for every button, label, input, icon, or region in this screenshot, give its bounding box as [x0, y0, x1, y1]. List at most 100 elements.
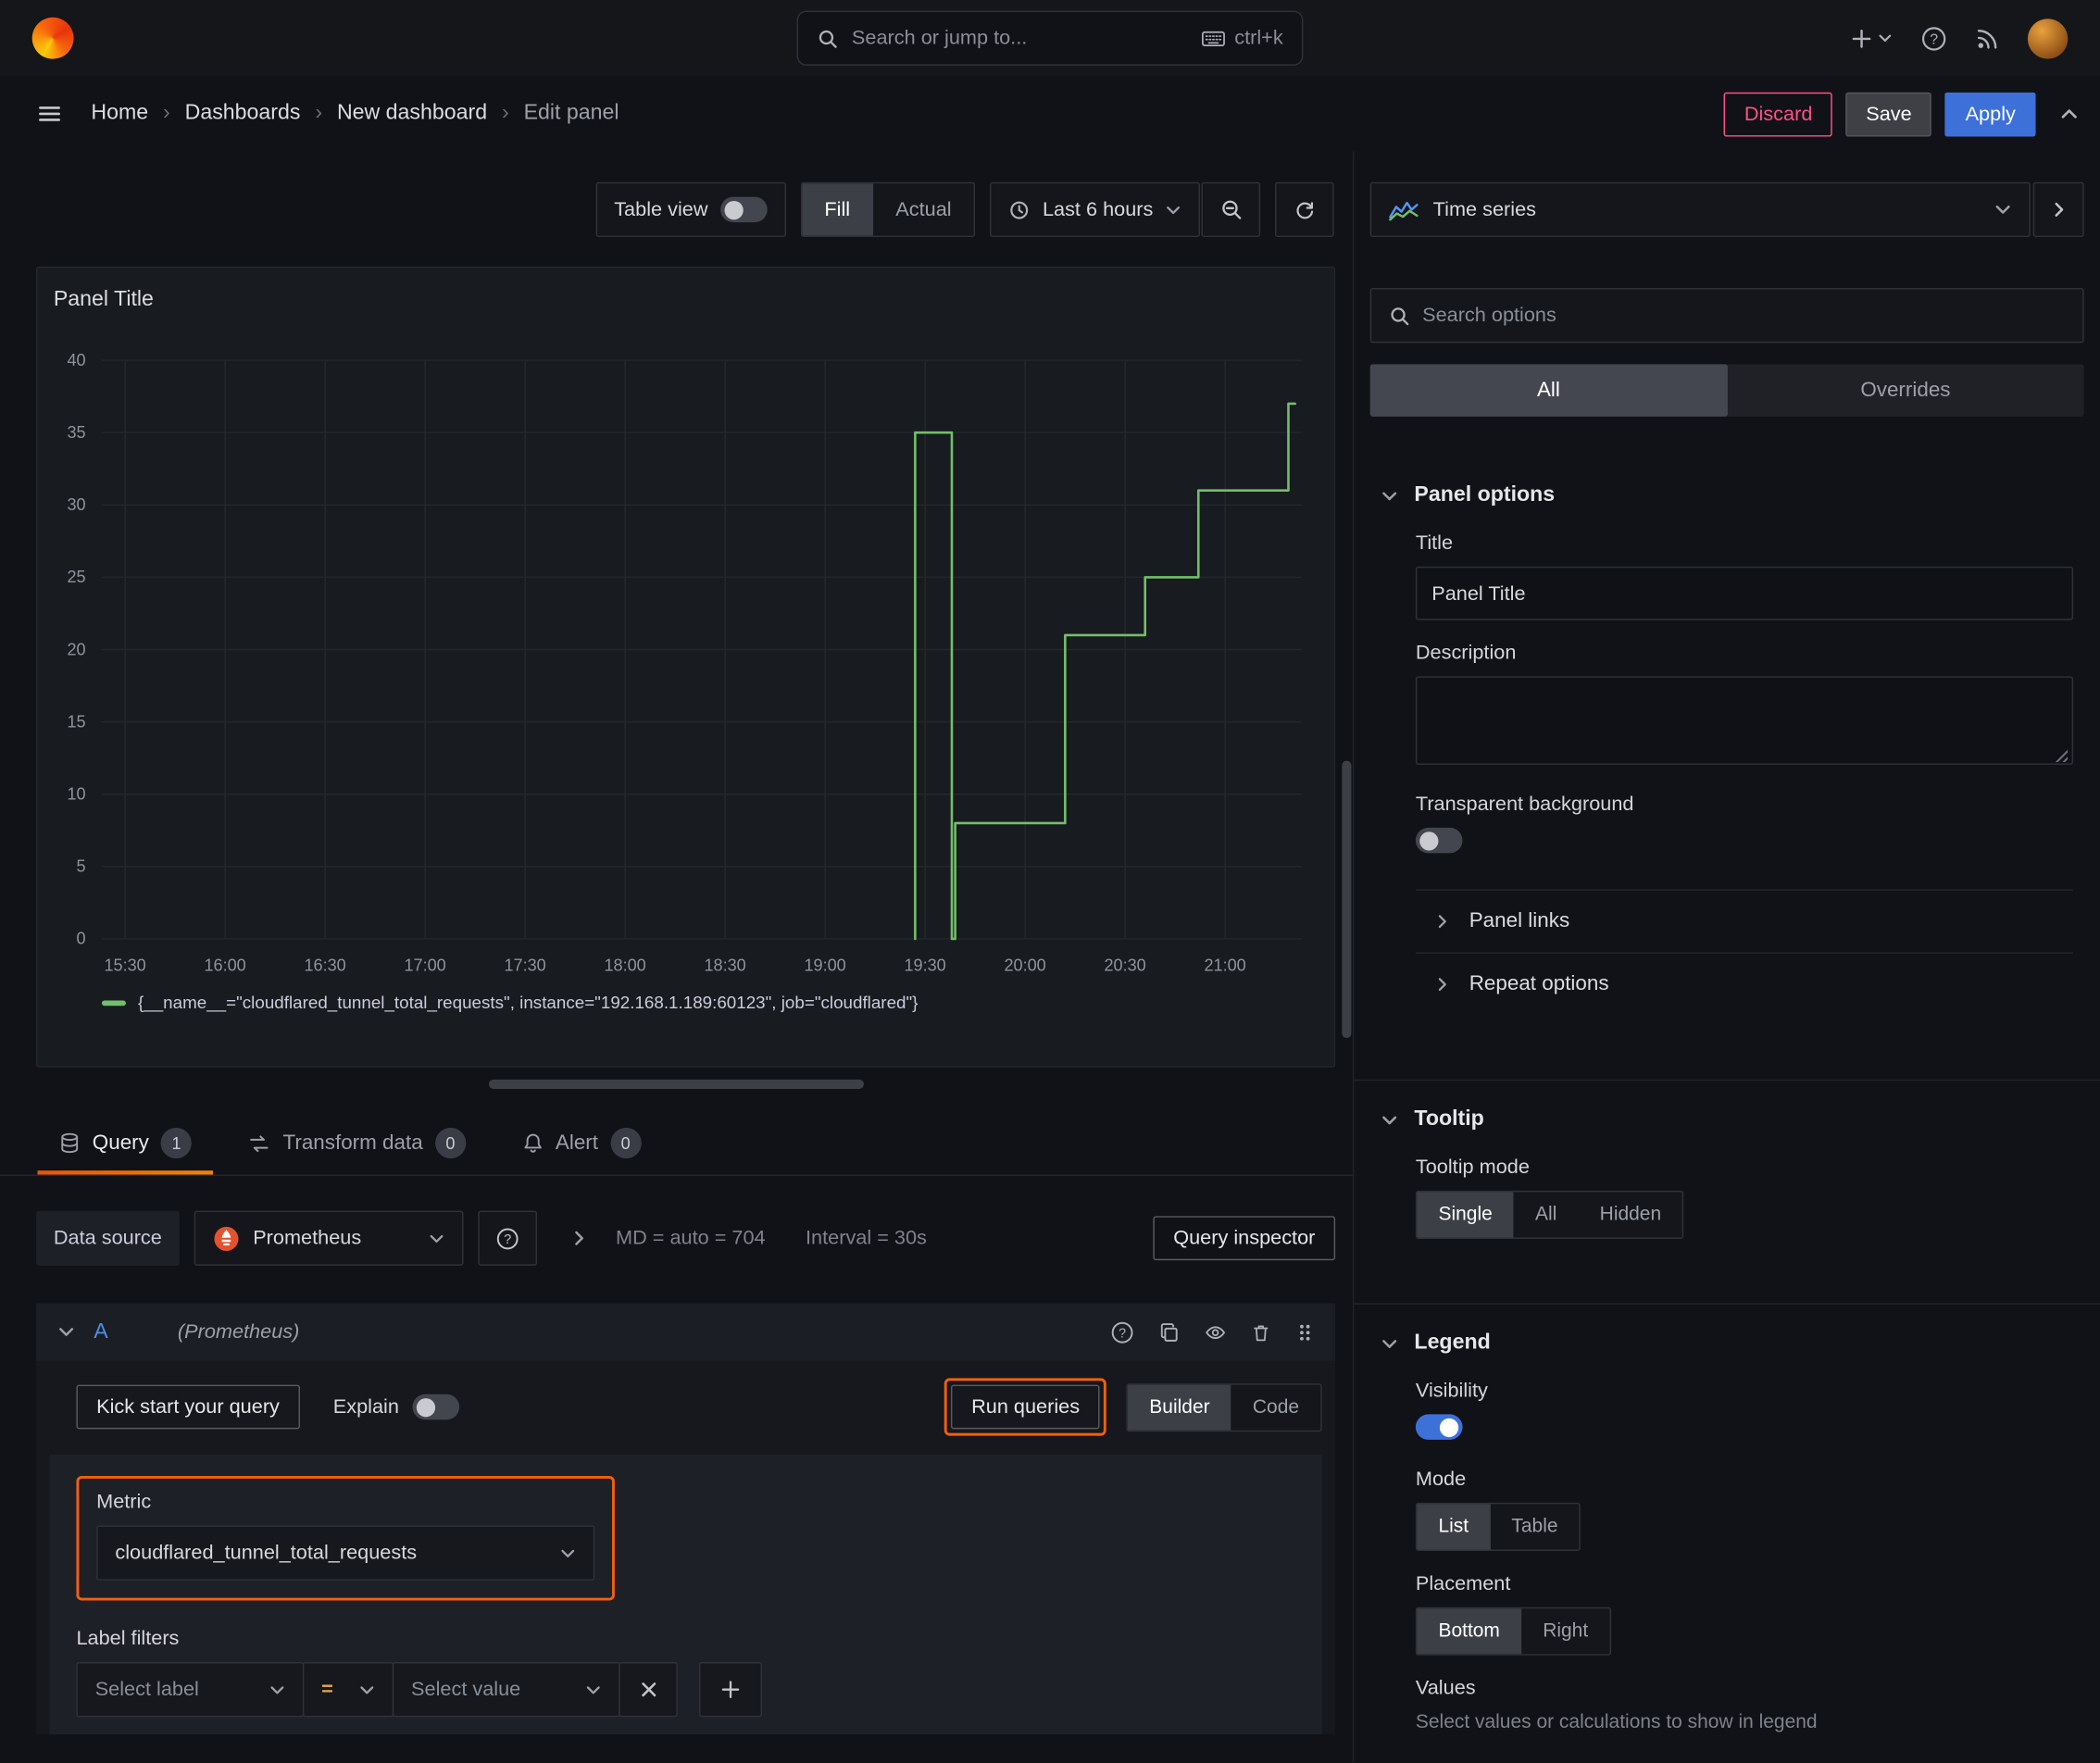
time-range-picker[interactable]: Last 6 hours: [990, 181, 1200, 238]
time-range-label: Last 6 hours: [1042, 198, 1154, 221]
legend-mode-table[interactable]: Table: [1490, 1504, 1579, 1549]
legend-visibility-toggle[interactable]: [1415, 1414, 1463, 1440]
table-view-label: Table view: [614, 198, 708, 221]
table-view-switch[interactable]: [719, 196, 768, 223]
toggle-options-pane-button[interactable]: [2032, 181, 2084, 238]
options-search-input[interactable]: [1422, 304, 2066, 327]
panel-title-input[interactable]: [1415, 566, 2074, 620]
tooltip-mode-single[interactable]: Single: [1417, 1192, 1514, 1238]
panel-options-header[interactable]: Panel options: [1354, 456, 2100, 526]
save-button[interactable]: Save: [1845, 92, 1932, 136]
tooltip-mode-label: Tooltip mode: [1415, 1156, 1530, 1179]
legend-mode-list[interactable]: List: [1417, 1504, 1491, 1550]
svg-text:19:30: 19:30: [905, 957, 946, 975]
query-collapse-icon[interactable]: [57, 1323, 75, 1341]
datasource-help-button[interactable]: ?: [478, 1210, 537, 1266]
datasource-label: Data source: [36, 1210, 180, 1266]
search-shortcut: ctrl+k: [1201, 27, 1283, 50]
remove-filter-button[interactable]: [619, 1662, 678, 1718]
grafana-logo[interactable]: [31, 17, 74, 59]
svg-text:0: 0: [77, 930, 86, 948]
tab-transform-count: 0: [434, 1127, 466, 1159]
explain-switch[interactable]: [412, 1394, 460, 1420]
label-filters-row: Select label = Select value: [76, 1662, 1294, 1718]
query-inspector-button[interactable]: Query inspector: [1153, 1216, 1336, 1261]
tooltip-mode-hidden[interactable]: Hidden: [1579, 1192, 1683, 1237]
kick-start-button[interactable]: Kick start your query: [76, 1384, 300, 1430]
builder-option[interactable]: Builder: [1128, 1383, 1231, 1431]
legend-series-label[interactable]: {__name__="cloudflared_tunnel_total_requ…: [138, 993, 918, 1013]
legend-visibility-label: Visibility: [1415, 1379, 1488, 1403]
breadcrumb-dashboards[interactable]: Dashboards: [185, 102, 301, 126]
refresh-button[interactable]: [1275, 181, 1334, 238]
query-options-expand-icon[interactable]: [570, 1230, 588, 1247]
bell-icon: [522, 1132, 544, 1155]
tab-transform[interactable]: Transform data 0: [225, 1112, 488, 1175]
interval-summary: Interval = 30s: [806, 1226, 927, 1250]
panel-toolbar: Table view Fill Actual Last 6 hours: [0, 181, 1334, 238]
svg-text:20: 20: [67, 640, 85, 658]
query-header-row: A (Prometheus) ?: [36, 1303, 1336, 1361]
datasource-row: Data source Prometheus ? MD = auto = 704…: [36, 1210, 1336, 1266]
panel-links-section[interactable]: Panel links: [1415, 889, 2074, 952]
tab-transform-label: Transform data: [282, 1131, 423, 1155]
duplicate-query-icon[interactable]: [1158, 1321, 1180, 1343]
table-view-toggle[interactable]: Table view: [594, 181, 786, 238]
legend-placement-right[interactable]: Right: [1521, 1608, 1609, 1654]
help-icon[interactable]: ?: [1920, 25, 1947, 52]
datasource-picker[interactable]: Prometheus: [194, 1210, 464, 1266]
collapse-up-icon[interactable]: [2060, 105, 2079, 123]
legend-placement-bottom[interactable]: Bottom: [1417, 1608, 1522, 1655]
transparent-background-toggle[interactable]: [1415, 827, 1463, 854]
query-help-icon[interactable]: ?: [1110, 1319, 1134, 1344]
repeat-options-section[interactable]: Repeat options: [1415, 952, 2074, 1015]
apply-button[interactable]: Apply: [1944, 92, 2036, 136]
breadcrumb-home[interactable]: Home: [91, 102, 148, 126]
legend-section: Legend Visibility Mode List Table Placem…: [1354, 1303, 2100, 1762]
panel-description-input[interactable]: [1415, 676, 2074, 765]
global-search[interactable]: Search or jump to... ctrl+k: [796, 10, 1304, 66]
tab-all[interactable]: All: [1369, 364, 1728, 417]
query-ref-id[interactable]: A: [94, 1319, 107, 1344]
discard-button[interactable]: Discard: [1724, 92, 1833, 136]
filter-label-placeholder: Select label: [94, 1678, 199, 1701]
run-queries-button[interactable]: Run queries: [951, 1384, 1100, 1430]
chevron-down-icon: [1381, 1111, 1398, 1129]
user-avatar[interactable]: [2027, 18, 2069, 58]
delete-query-icon[interactable]: [1251, 1321, 1271, 1343]
panel-options-pane: Time series All Overrides Panel options: [1352, 151, 2100, 1763]
new-menu-button[interactable]: [1851, 28, 1893, 49]
visualization-name: Time series: [1432, 198, 1537, 221]
options-search[interactable]: [1369, 287, 2084, 344]
svg-text:10: 10: [67, 785, 85, 804]
explain-label: Explain: [332, 1395, 399, 1419]
legend-header[interactable]: Legend: [1354, 1305, 2100, 1374]
tab-query[interactable]: Query 1: [36, 1112, 215, 1175]
tab-overrides[interactable]: Overrides: [1727, 364, 2083, 416]
filter-label-select[interactable]: Select label: [76, 1662, 305, 1718]
tooltip-mode-all[interactable]: All: [1514, 1192, 1579, 1237]
panel-title[interactable]: Panel Title: [54, 287, 1318, 312]
hide-query-icon[interactable]: [1204, 1321, 1227, 1343]
zoom-out-button[interactable]: [1201, 181, 1261, 238]
horizontal-scrollbar[interactable]: [488, 1079, 864, 1089]
tooltip-header[interactable]: Tooltip: [1354, 1081, 2100, 1150]
drag-handle-icon[interactable]: [1295, 1321, 1314, 1343]
vertical-scrollbar[interactable]: [1342, 760, 1352, 1038]
metric-select[interactable]: cloudflared_tunnel_total_requests: [96, 1525, 595, 1581]
add-filter-button[interactable]: [699, 1662, 763, 1718]
fill-option[interactable]: Fill: [801, 183, 873, 236]
query-options-summary[interactable]: MD = auto = 704 Interval = 30s: [616, 1227, 927, 1250]
svg-text:5: 5: [77, 857, 86, 876]
code-option[interactable]: Code: [1231, 1384, 1320, 1430]
menu-toggle-icon[interactable]: [38, 102, 62, 126]
tab-alert[interactable]: Alert 0: [499, 1112, 664, 1175]
filter-value-select[interactable]: Select value: [392, 1662, 620, 1718]
breadcrumb-new-dashboard[interactable]: New dashboard: [337, 102, 487, 126]
visualization-picker[interactable]: Time series: [1369, 181, 2031, 238]
filter-operator-select[interactable]: =: [302, 1662, 394, 1718]
query-toolbar: Kick start your query Explain Run querie…: [36, 1361, 1335, 1452]
time-series-chart[interactable]: 0 5 10 15 20 25 30 35 40 15:30 16:00 16:30 17:00 17:3…: [54, 333, 1318, 984]
actual-option[interactable]: Actual: [873, 183, 974, 235]
rss-icon[interactable]: [1975, 26, 1999, 50]
